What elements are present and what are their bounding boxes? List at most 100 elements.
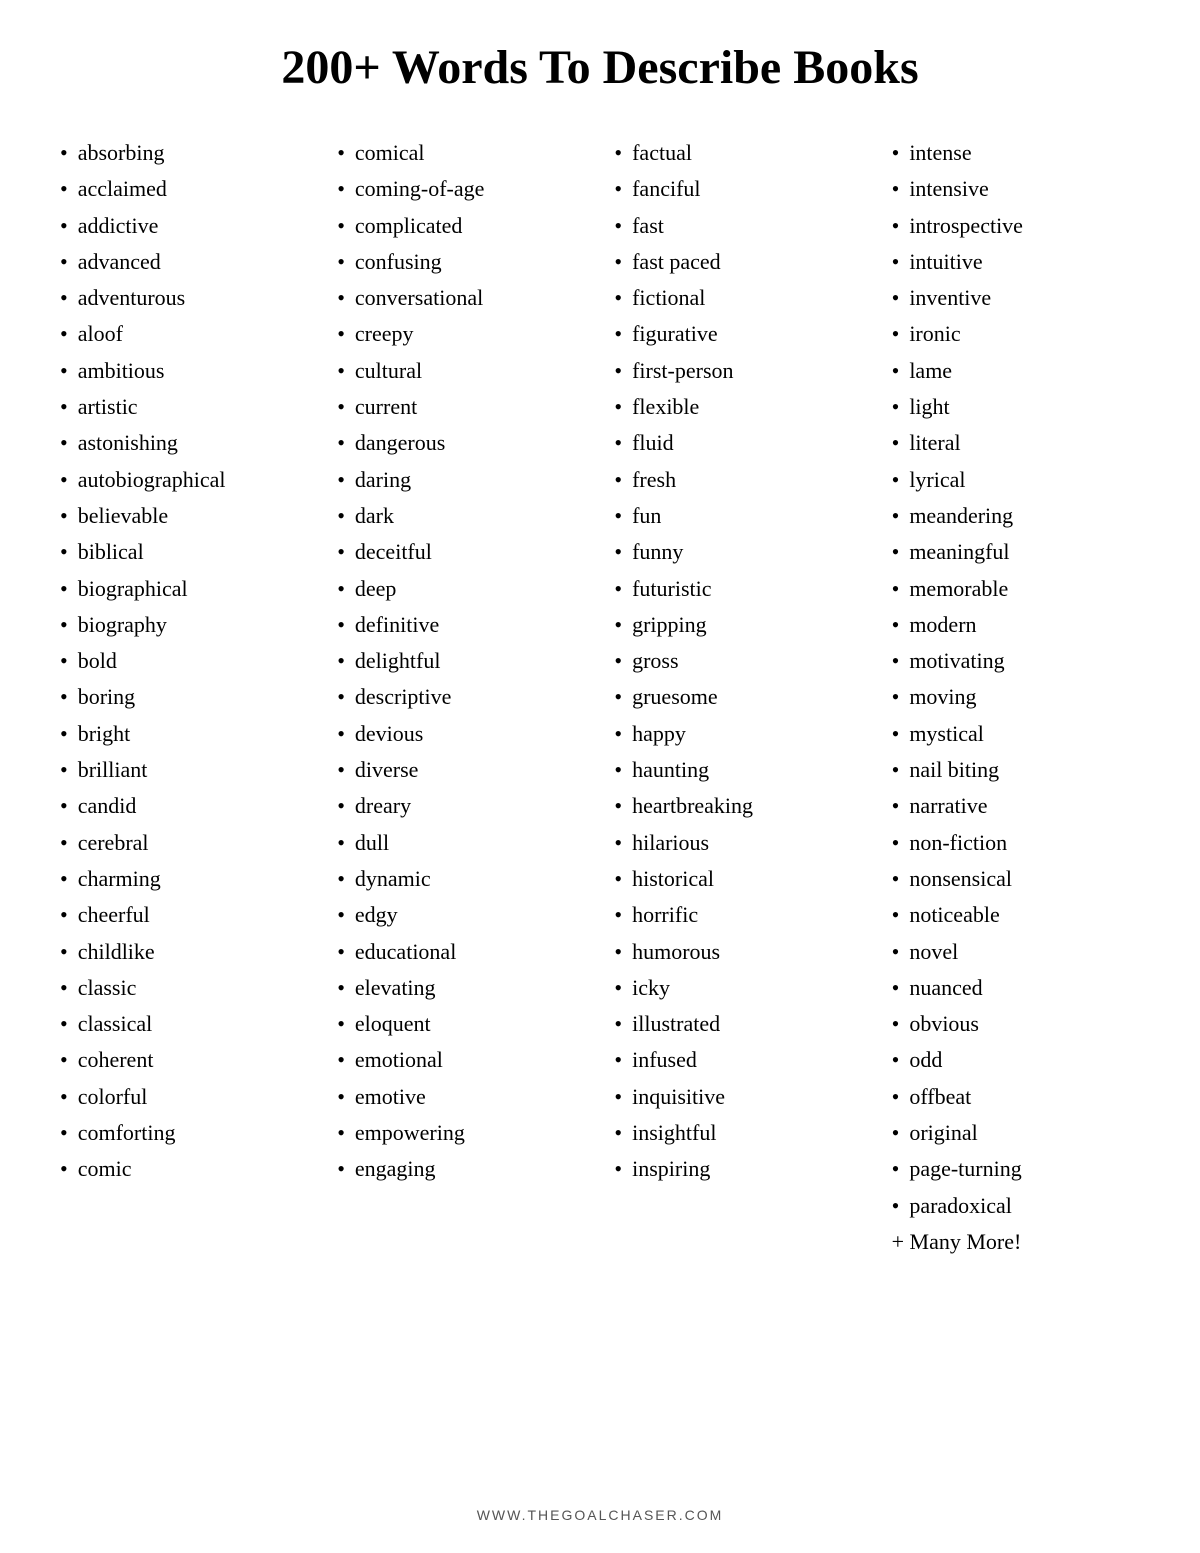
list-item: original [892,1115,1140,1151]
list-item: happy [614,716,862,752]
column-4: intenseintensiveintrospectiveintuitivein… [892,135,1140,1477]
list-item: infused [614,1042,862,1078]
list-item: dreary [337,788,585,824]
list-item: believable [60,498,308,534]
word-list-col3: factualfancifulfastfast pacedfictionalfi… [614,135,862,1188]
list-item: dangerous [337,425,585,461]
list-item: candid [60,788,308,824]
list-item: cheerful [60,897,308,933]
list-item: gruesome [614,679,862,715]
list-item: definitive [337,607,585,643]
list-item: dynamic [337,861,585,897]
more-text: + Many More! [892,1224,1140,1260]
list-item: elevating [337,970,585,1006]
list-item: ironic [892,316,1140,352]
list-item: descriptive [337,679,585,715]
list-item: absorbing [60,135,308,171]
list-item: fluid [614,425,862,461]
list-item: funny [614,534,862,570]
list-item: narrative [892,788,1140,824]
list-item: page-turning [892,1151,1140,1187]
column-1: absorbingacclaimedaddictiveadvancedadven… [60,135,308,1477]
column-3: factualfancifulfastfast pacedfictionalfi… [614,135,862,1477]
list-item: educational [337,934,585,970]
list-item: empowering [337,1115,585,1151]
list-item: icky [614,970,862,1006]
list-item: introspective [892,208,1140,244]
list-item: bright [60,716,308,752]
list-item: meandering [892,498,1140,534]
list-item: intensive [892,171,1140,207]
list-item: brilliant [60,752,308,788]
list-item: addictive [60,208,308,244]
list-item: intense [892,135,1140,171]
list-item: daring [337,462,585,498]
list-item: moving [892,679,1140,715]
list-item: nonsensical [892,861,1140,897]
list-item: mystical [892,716,1140,752]
list-item: conversational [337,280,585,316]
list-item: artistic [60,389,308,425]
list-item: autobiographical [60,462,308,498]
list-item: fresh [614,462,862,498]
list-item: astonishing [60,425,308,461]
list-item: nuanced [892,970,1140,1006]
list-item: fictional [614,280,862,316]
word-list-col4: intenseintensiveintrospectiveintuitivein… [892,135,1140,1224]
list-item: obvious [892,1006,1140,1042]
list-item: fanciful [614,171,862,207]
list-item: insightful [614,1115,862,1151]
list-item: comical [337,135,585,171]
list-item: childlike [60,934,308,970]
list-item: literal [892,425,1140,461]
list-item: fast paced [614,244,862,280]
list-item: non-fiction [892,825,1140,861]
list-item: flexible [614,389,862,425]
list-item: futuristic [614,571,862,607]
list-item: lyrical [892,462,1140,498]
list-item: ambitious [60,353,308,389]
list-item: heartbreaking [614,788,862,824]
list-item: charming [60,861,308,897]
list-item: emotive [337,1079,585,1115]
list-item: novel [892,934,1140,970]
list-item: intuitive [892,244,1140,280]
list-item: classic [60,970,308,1006]
list-item: acclaimed [60,171,308,207]
list-item: motivating [892,643,1140,679]
word-list-area: absorbingacclaimedaddictiveadvancedadven… [60,135,1140,1477]
list-item: current [337,389,585,425]
list-item: inventive [892,280,1140,316]
list-item: light [892,389,1140,425]
list-item: dark [337,498,585,534]
list-item: engaging [337,1151,585,1187]
list-item: offbeat [892,1079,1140,1115]
list-item: comforting [60,1115,308,1151]
list-item: devious [337,716,585,752]
list-item: confusing [337,244,585,280]
list-item: lame [892,353,1140,389]
list-item: historical [614,861,862,897]
list-item: edgy [337,897,585,933]
list-item: cultural [337,353,585,389]
list-item: deep [337,571,585,607]
list-item: biography [60,607,308,643]
list-item: fun [614,498,862,534]
list-item: illustrated [614,1006,862,1042]
list-item: gross [614,643,862,679]
list-item: colorful [60,1079,308,1115]
list-item: meaningful [892,534,1140,570]
list-item: nail biting [892,752,1140,788]
word-list-col1: absorbingacclaimedaddictiveadvancedadven… [60,135,308,1188]
list-item: hilarious [614,825,862,861]
list-item: advanced [60,244,308,280]
list-item: biblical [60,534,308,570]
list-item: bold [60,643,308,679]
list-item: fast [614,208,862,244]
footer: WWW.THEGOALCHASER.COM [60,1507,1140,1523]
list-item: complicated [337,208,585,244]
list-item: adventurous [60,280,308,316]
list-item: aloof [60,316,308,352]
list-item: biographical [60,571,308,607]
list-item: haunting [614,752,862,788]
